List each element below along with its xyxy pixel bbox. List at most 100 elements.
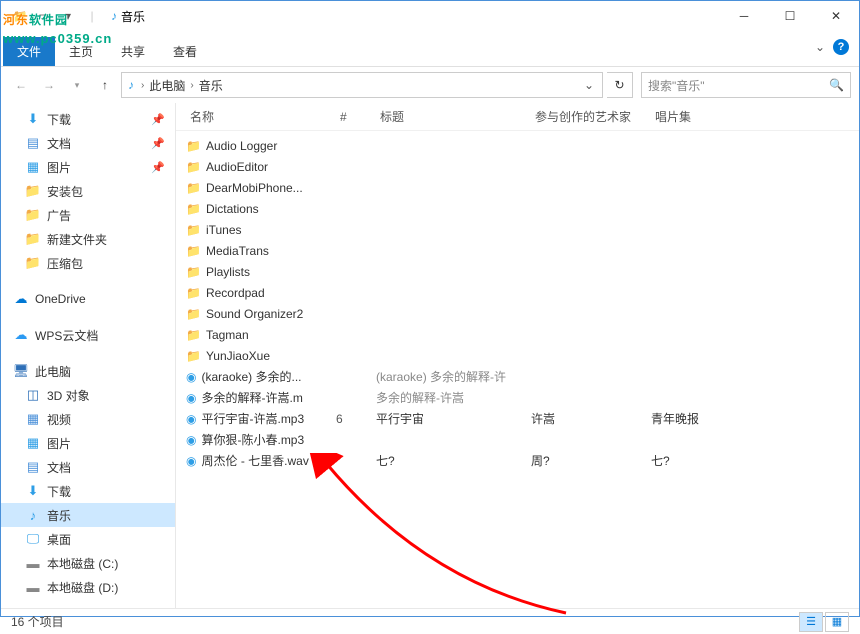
col-album[interactable]: 唱片集 [651, 108, 751, 125]
address-dropdown-icon[interactable]: ⌄ [578, 78, 600, 92]
drive-icon: ▬ [25, 555, 41, 571]
file-name: Tagman [206, 328, 249, 342]
file-row[interactable]: ◉(karaoke) 多余的...(karaoke) 多余的解释-许 [176, 366, 859, 387]
file-name: (karaoke) 多余的... [201, 368, 301, 385]
up-button[interactable]: ↑ [93, 73, 117, 97]
sidebar-item-downloads2[interactable]: ⬇下载 [1, 479, 175, 503]
file-row[interactable]: ◉算你狠-陈小春.mp3 [176, 429, 859, 450]
search-icon: 🔍 [829, 78, 844, 92]
folder-icon: 📁 [25, 231, 41, 247]
col-name[interactable]: 名称 [186, 108, 336, 125]
audio-icon: ◉ [186, 454, 196, 468]
sidebar-item-3d[interactable]: ◫3D 对象 [1, 383, 175, 407]
tab-view[interactable]: 查看 [159, 37, 211, 66]
back-button[interactable]: ← [9, 73, 33, 97]
close-button[interactable]: ✕ [813, 1, 859, 31]
file-row[interactable]: 📁DearMobiPhone... [176, 177, 859, 198]
file-num: 6 [336, 412, 376, 426]
col-title[interactable]: 标题 [376, 108, 531, 125]
sidebar-item-newfolder[interactable]: 📁新建文件夹 [1, 227, 175, 251]
qat-separator: | [81, 5, 103, 27]
file-row[interactable]: 📁 AudioEditor [176, 156, 859, 177]
folder-icon: 📁 [186, 202, 201, 216]
tab-home[interactable]: 主页 [55, 37, 107, 66]
sidebar-item-pkg[interactable]: 📁安装包 [1, 179, 175, 203]
audio-icon: ◉ [186, 370, 196, 384]
folder-icon: 📁 [186, 181, 201, 195]
view-icons-button[interactable]: ▦ [825, 612, 849, 632]
folder-icon: 📁 [186, 265, 201, 279]
file-row[interactable]: 📁Recordpad [176, 282, 859, 303]
file-name: MediaTrans [206, 244, 269, 258]
col-num[interactable]: # [336, 110, 376, 124]
sidebar-item-desktop[interactable]: 🖵桌面 [1, 527, 175, 551]
pictures-icon: ▦ [25, 159, 41, 175]
sidebar-item-wps[interactable]: ☁WPS云文档 [1, 323, 175, 347]
breadcrumb-thispc[interactable]: 此电脑 [147, 77, 187, 94]
qat-properties-icon[interactable]: ▭ [33, 5, 55, 27]
3d-icon: ◫ [25, 387, 41, 403]
music-icon: ♪ [124, 78, 138, 92]
file-name: Playlists [206, 265, 250, 279]
file-title: 多余的解释-许嵩 [376, 389, 531, 406]
ribbon-expand-icon[interactable]: ⌄ [815, 40, 825, 54]
help-icon[interactable]: ? [833, 39, 849, 55]
sidebar-item-downloads[interactable]: ⬇下载📌 [1, 107, 175, 131]
refresh-button[interactable]: ↻ [607, 72, 633, 98]
file-row[interactable]: 📁Audio Logger [176, 135, 859, 156]
breadcrumb-music[interactable]: 音乐 [197, 77, 225, 94]
sidebar-item-pictures2[interactable]: ▦图片 [1, 431, 175, 455]
file-row[interactable]: ◉平行宇宙-许嵩.mp36平行宇宙许嵩青年晚报 [176, 408, 859, 429]
folder-icon: 📁 [25, 255, 41, 271]
folder-icon: 📁 [186, 160, 201, 174]
tab-share[interactable]: 共享 [107, 37, 159, 66]
status-bar: 16 个项目 ☰ ▦ [1, 608, 859, 634]
folder-icon: 📁 [186, 286, 201, 300]
sidebar-item-ddrive[interactable]: ▬本地磁盘 (D:) [1, 575, 175, 599]
chevron-right-icon[interactable]: › [138, 80, 147, 91]
file-list: 📁Audio Logger📁AudioEditor📁DearMobiPhone.… [176, 131, 859, 608]
sidebar-item-cdrive[interactable]: ▬本地磁盘 (C:) [1, 551, 175, 575]
sidebar-item-documents2[interactable]: ▤文档 [1, 455, 175, 479]
download-icon: ⬇ [25, 483, 41, 499]
audio-icon: ◉ [186, 412, 196, 426]
minimize-button[interactable]: ─ [721, 1, 767, 31]
file-row[interactable]: ◉周杰伦 - 七里香.wav七?周?七? [176, 450, 859, 471]
sidebar-item-zip[interactable]: 📁压缩包 [1, 251, 175, 275]
sidebar-item-pictures[interactable]: ▦图片📌 [1, 155, 175, 179]
sidebar-item-ads[interactable]: 📁广告 [1, 203, 175, 227]
file-row[interactable]: 📁YunJiaoXue [176, 345, 859, 366]
file-row[interactable]: 📁Tagman [176, 324, 859, 345]
sidebar-item-documents[interactable]: ▤文档📌 [1, 131, 175, 155]
file-artist: 周? [531, 452, 651, 469]
recent-dropdown[interactable]: ▾ [65, 73, 89, 97]
file-row[interactable]: ◉多余的解释-许嵩.m多余的解释-许嵩 [176, 387, 859, 408]
sidebar-item-music[interactable]: ♪音乐 [1, 503, 175, 527]
sidebar-item-thispc[interactable]: 🖥此电脑 [1, 359, 175, 383]
maximize-button[interactable]: ☐ [767, 1, 813, 31]
audio-icon: ◉ [186, 391, 196, 405]
file-name: AudioEditor [206, 160, 268, 174]
navbar: ← → ▾ ↑ ♪ › 此电脑 › 音乐 ⌄ ↻ 搜索"音乐" 🔍 [1, 67, 859, 103]
file-name: 平行宇宙-许嵩.mp3 [201, 410, 304, 427]
view-details-button[interactable]: ☰ [799, 612, 823, 632]
col-artist[interactable]: 参与创作的艺术家 [531, 108, 651, 125]
tab-file[interactable]: 文件 [3, 37, 55, 66]
onedrive-icon: ☁ [13, 291, 29, 307]
forward-button[interactable]: → [37, 73, 61, 97]
file-row[interactable]: 📁MediaTrans [176, 240, 859, 261]
chevron-right-icon[interactable]: › [187, 80, 196, 91]
search-input[interactable]: 搜索"音乐" 🔍 [641, 72, 851, 98]
file-row[interactable]: 📁Sound Organizer2 [176, 303, 859, 324]
file-row[interactable]: 📁iTunes [176, 219, 859, 240]
file-row[interactable]: 📁 Playlists [176, 261, 859, 282]
desktop-icon: 🖵 [25, 531, 41, 547]
address-bar[interactable]: ♪ › 此电脑 › 音乐 ⌄ [121, 72, 603, 98]
sidebar-item-onedrive[interactable]: ☁OneDrive [1, 287, 175, 311]
qat-dropdown-icon[interactable]: ▾ [57, 5, 79, 27]
sidebar-item-videos[interactable]: ▦视频 [1, 407, 175, 431]
video-icon: ▦ [25, 411, 41, 427]
file-row[interactable]: 📁Dictations [176, 198, 859, 219]
file-name: Audio Logger [206, 139, 277, 153]
document-icon: ▤ [25, 135, 41, 151]
